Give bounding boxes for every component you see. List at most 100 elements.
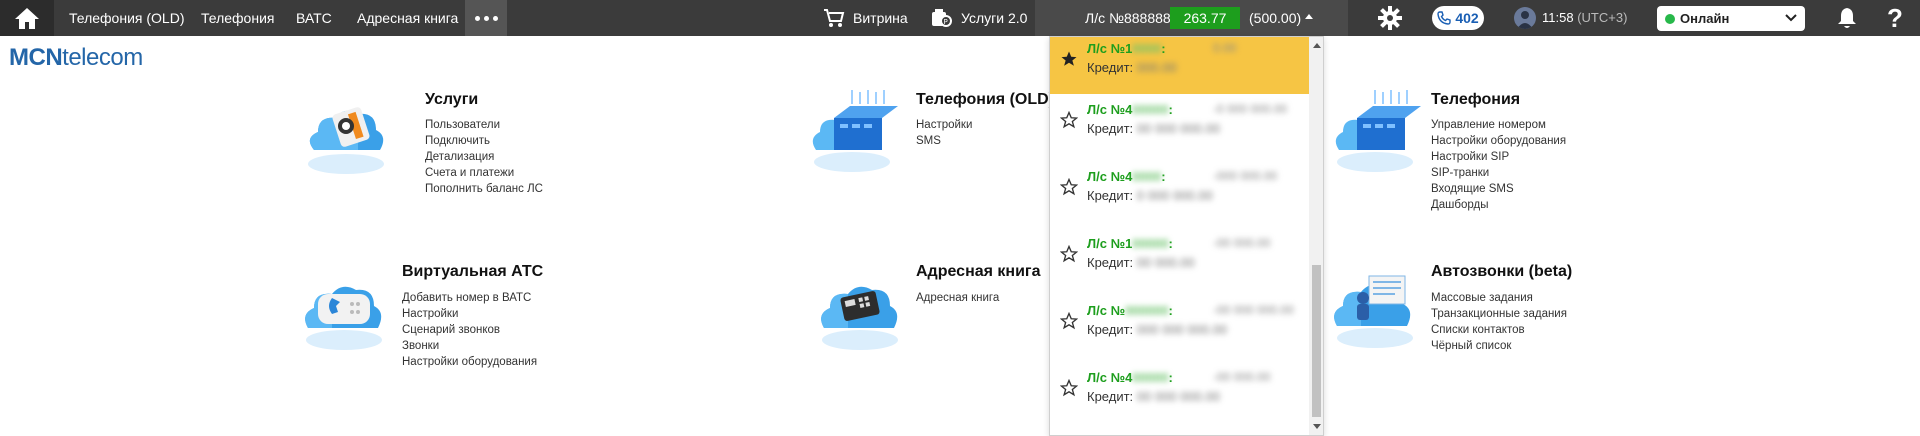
account-option-number: Л/с №4 bbox=[1087, 169, 1133, 184]
account-option-number: Л/с №4 bbox=[1087, 102, 1133, 117]
showcase-button[interactable]: Витрина bbox=[823, 0, 908, 36]
star-outline-icon bbox=[1060, 178, 1078, 196]
dropdown-scrollbar[interactable] bbox=[1309, 37, 1323, 435]
service-links-uslugi: Пользователи Подключить Детализация Счет… bbox=[425, 117, 543, 197]
account-option-credit-label: Кредит: bbox=[1087, 121, 1134, 136]
account-number: Л/с №888888: bbox=[1085, 10, 1175, 26]
link-transactional-tasks[interactable]: Транзакционные задания bbox=[1431, 306, 1567, 322]
scrollbar-thumb[interactable] bbox=[1312, 265, 1321, 417]
link-address-book[interactable]: Адресная книга bbox=[916, 290, 999, 306]
status-select[interactable]: Онлайн bbox=[1657, 6, 1805, 31]
home-icon bbox=[15, 8, 39, 29]
account-option-number: Л/с №1 bbox=[1087, 236, 1133, 251]
service-links-telephony: Управление номером Настройки оборудовани… bbox=[1431, 117, 1566, 213]
link-equipment-settings[interactable]: Настройки оборудования bbox=[1431, 133, 1566, 149]
link-connect[interactable]: Подключить bbox=[425, 133, 543, 149]
link-blacklist[interactable]: Чёрный список bbox=[1431, 338, 1567, 354]
showcase-label: Витрина bbox=[853, 10, 908, 26]
link-incoming-sms[interactable]: Входящие SMS bbox=[1431, 181, 1566, 197]
home-button[interactable] bbox=[0, 0, 54, 36]
nav-vats[interactable]: ВАТС bbox=[296, 0, 332, 36]
more-menu-button[interactable] bbox=[465, 0, 507, 36]
link-users[interactable]: Пользователи bbox=[425, 117, 543, 133]
logo-rest: telecom bbox=[62, 44, 143, 71]
link-calls[interactable]: Звонки bbox=[402, 338, 537, 354]
gear-icon bbox=[1378, 6, 1402, 30]
vats-cloud-icon bbox=[305, 286, 382, 350]
calls-badge[interactable]: 402 bbox=[1432, 6, 1484, 30]
service-title-autodial[interactable]: Автозвонки (beta) bbox=[1431, 263, 1572, 281]
account-selector[interactable]: Л/с №888888: 263.77 (500.00) bbox=[1035, 0, 1348, 36]
service-links-vats: Добавить номер в ВАТС Настройки Сценарий… bbox=[402, 290, 537, 370]
status-online-dot bbox=[1665, 13, 1675, 24]
telephony-cloud-icon bbox=[1335, 90, 1421, 172]
account-option[interactable]: Л/с №400000: -0 000 000.00 Кредит: 00 00… bbox=[1050, 94, 1309, 161]
account-option-number: Л/с № bbox=[1087, 303, 1126, 318]
star-outline-icon bbox=[1060, 245, 1078, 263]
account-option[interactable]: Л/с №400000: -00 000.00 Кредит: 00 000 0… bbox=[1050, 362, 1309, 429]
autodial-cloud-icon bbox=[1334, 275, 1413, 348]
account-option-credit-label: Кредит: bbox=[1087, 255, 1134, 270]
account-option[interactable]: Л/с №10000: 0.00 Кредит: 000.00 bbox=[1050, 37, 1309, 94]
link-sip-trunks[interactable]: SIP-транки bbox=[1431, 165, 1566, 181]
link-sip-settings[interactable]: Настройки SIP bbox=[1431, 149, 1566, 165]
settings-button[interactable] bbox=[1370, 0, 1410, 36]
star-filled-icon bbox=[1061, 51, 1077, 66]
link-add-number-vats[interactable]: Добавить номер в ВАТС bbox=[402, 290, 537, 306]
link-vats-equipment[interactable]: Настройки оборудования bbox=[402, 354, 537, 370]
star-outline-icon bbox=[1060, 312, 1078, 330]
notifications-button[interactable] bbox=[1832, 0, 1862, 36]
top-bar: Телефония (OLD) Телефония ВАТС Адресная … bbox=[0, 0, 1920, 36]
link-settings[interactable]: Настройки bbox=[916, 117, 972, 133]
phone-icon bbox=[1437, 11, 1452, 25]
service-title-address-book[interactable]: Адресная книга bbox=[916, 263, 1040, 281]
time-value: 11:58 bbox=[1542, 10, 1574, 25]
service-title-vats[interactable]: Виртуальная АТС bbox=[402, 263, 543, 281]
link-dashboards[interactable]: Дашборды bbox=[1431, 197, 1566, 213]
chevron-down-icon bbox=[1785, 14, 1797, 22]
link-details[interactable]: Детализация bbox=[425, 149, 543, 165]
account-option-credit-label: Кредит: bbox=[1087, 389, 1134, 404]
link-invoices[interactable]: Счета и платежи bbox=[425, 165, 543, 181]
address-book-cloud-icon bbox=[821, 286, 898, 350]
timezone: (UTC+3) bbox=[1577, 10, 1628, 25]
svg-text:P: P bbox=[944, 18, 948, 26]
link-call-scenario[interactable]: Сценарий звонков bbox=[402, 322, 537, 338]
service-title-telephony[interactable]: Телефония bbox=[1431, 91, 1520, 109]
account-option-credit-label: Кредит: bbox=[1087, 322, 1134, 337]
account-option-number: Л/с №1 bbox=[1087, 41, 1133, 56]
star-outline-icon bbox=[1060, 379, 1078, 397]
status-value: Онлайн bbox=[1680, 11, 1730, 26]
bell-icon bbox=[1838, 8, 1856, 28]
account-option[interactable]: Л/с №000000: -00 000 000.00 Кредит: 000 … bbox=[1050, 295, 1309, 362]
service-title-uslugi[interactable]: Услуги bbox=[425, 91, 478, 109]
link-topup[interactable]: Пополнить баланс ЛС bbox=[425, 181, 543, 197]
account-option[interactable]: Л/с №40000: -000 000.00 Кредит: 0 000 00… bbox=[1050, 161, 1309, 228]
nav-address-book[interactable]: Адресная книга bbox=[357, 0, 458, 36]
services-cloud-icon bbox=[308, 107, 384, 174]
account-option-number: Л/с №4 bbox=[1087, 370, 1133, 385]
logo[interactable]: MCNtelecom bbox=[9, 44, 143, 72]
help-button[interactable]: ? bbox=[1880, 0, 1910, 36]
nav-telephony-old[interactable]: Телефония (OLD) bbox=[69, 0, 184, 36]
service-title-telephony-old[interactable]: Телефония (OLD) bbox=[916, 91, 1054, 109]
telephony-old-cloud-icon bbox=[812, 90, 898, 172]
service-links-autodial: Массовые задания Транзакционные задания … bbox=[1431, 290, 1567, 354]
logo-bold: MCN bbox=[9, 44, 63, 71]
service-links-address-book: Адресная книга bbox=[916, 290, 999, 306]
clock: 11:58 (UTC+3) bbox=[1542, 0, 1627, 36]
link-vats-settings[interactable]: Настройки bbox=[402, 306, 537, 322]
link-sms[interactable]: SMS bbox=[916, 133, 972, 149]
link-mass-tasks[interactable]: Массовые задания bbox=[1431, 290, 1567, 306]
services2-button[interactable]: P Услуги 2.0 bbox=[931, 0, 1027, 36]
avatar[interactable] bbox=[1514, 7, 1536, 29]
services2-label: Услуги 2.0 bbox=[961, 10, 1028, 26]
scroll-down-icon[interactable] bbox=[1313, 424, 1321, 429]
scroll-up-icon[interactable] bbox=[1313, 43, 1321, 48]
link-contact-lists[interactable]: Списки контактов bbox=[1431, 322, 1567, 338]
account-option[interactable]: Л/с №100000: -00 000.00 Кредит: 00 000.0… bbox=[1050, 228, 1309, 295]
nav-telephony[interactable]: Телефония bbox=[201, 0, 274, 36]
account-balance: 263.77 bbox=[1170, 7, 1240, 29]
link-number-management[interactable]: Управление номером bbox=[1431, 117, 1566, 133]
account-credit: (500.00) bbox=[1249, 10, 1302, 26]
